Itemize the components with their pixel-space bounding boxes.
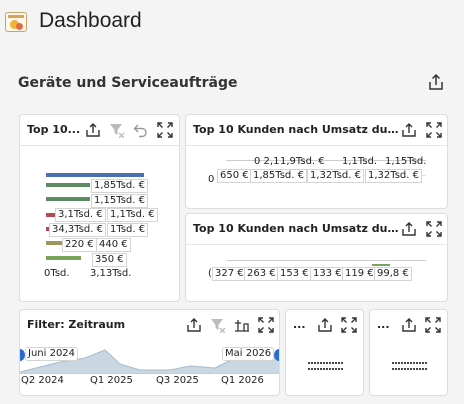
data-label: 1Tsd. € <box>107 223 149 237</box>
app-header: Dashboard <box>0 0 464 44</box>
card-title: ... <box>293 318 306 331</box>
share-icon[interactable] <box>401 221 417 237</box>
kpi-placeholder <box>308 368 344 370</box>
expand-icon[interactable] <box>258 317 274 333</box>
data-label: 220 € <box>62 238 97 252</box>
expand-icon[interactable] <box>157 122 173 138</box>
axis-tick-label: 0Tsd. <box>44 268 70 279</box>
range-end-label: Mai 2026 <box>222 347 275 361</box>
chart-bar[interactable] <box>46 213 55 217</box>
chart-bar[interactable] <box>46 173 144 177</box>
filter-clear-icon[interactable] <box>210 317 226 333</box>
chart-bar[interactable] <box>46 197 90 201</box>
data-label: 1,85Tsd. € <box>91 179 148 193</box>
chart-bar[interactable] <box>46 183 90 187</box>
axis-tick-label: 3,13Tsd. <box>90 268 132 279</box>
chart-bar[interactable] <box>46 241 62 245</box>
card-kunden-umsatz-2: Top 10 Kunden nach Umsatz durc... ( 327 … <box>185 213 448 302</box>
expand-icon[interactable] <box>425 317 441 333</box>
share-icon[interactable] <box>186 317 202 333</box>
filter-clear-icon[interactable] <box>109 122 125 138</box>
dashboard-app-icon <box>5 12 27 32</box>
card-title: ... <box>377 318 390 331</box>
data-label: 0 <box>208 174 215 185</box>
axis-tick-label: Q3 2025 <box>156 375 199 386</box>
undo-icon[interactable] <box>133 122 149 138</box>
card-filter-zeitraum: Filter: Zeitraum Juni 2024 Mai 2026 Q2 2… <box>19 309 280 396</box>
expand-icon[interactable] <box>426 122 442 138</box>
data-label: 1,1Tsd. € <box>107 208 158 222</box>
data-label: 119 € <box>342 267 377 281</box>
data-label: 0 2,1 <box>254 156 280 167</box>
expand-icon[interactable] <box>426 221 442 237</box>
data-label: 440 € <box>96 238 131 252</box>
chart-bar[interactable] <box>46 256 81 260</box>
data-label: 99,8 € <box>374 267 412 281</box>
card-title: Filter: Zeitraum <box>27 318 126 331</box>
share-icon[interactable] <box>401 122 417 138</box>
section-title: Geräte und Serviceaufträge <box>18 75 238 91</box>
time-granularity-icon[interactable] <box>234 317 250 333</box>
card-title: Top 10... <box>27 123 81 136</box>
data-label: 34,3Tsd. € <box>49 223 106 237</box>
kpi-placeholder <box>392 362 428 364</box>
card-title: Top 10 Kunden nach Umsatz durc... <box>193 222 401 235</box>
share-icon[interactable] <box>317 317 333 333</box>
data-label: 1,15Tsd. € <box>91 194 148 208</box>
page-title: Dashboard <box>39 9 142 32</box>
data-label: 1,9Tsd. € <box>280 156 325 167</box>
card-mini-1: ... <box>285 309 364 396</box>
data-label: 327 € <box>212 267 247 281</box>
range-handle-end[interactable] <box>274 349 279 361</box>
data-label: 1,32Tsd. € <box>365 169 422 183</box>
kpi-placeholder <box>392 368 428 370</box>
data-label: 1,85Tsd. € <box>250 169 307 183</box>
kpi-placeholder <box>308 362 344 364</box>
card-top10-small: Top 10... 1,85Tsd. € 1,15Tsd. € 3,1Tsd. … <box>19 114 180 302</box>
share-icon[interactable] <box>401 317 417 333</box>
data-label: 153 € <box>277 267 312 281</box>
share-icon[interactable] <box>85 122 101 138</box>
share-icon[interactable] <box>427 73 445 91</box>
axis-tick-label: Q2 2024 <box>21 375 64 386</box>
card-kunden-umsatz-1: Top 10 Kunden nach Umsatz durc... 0 2,1 … <box>185 114 448 209</box>
data-label: 263 € <box>244 267 279 281</box>
data-label: 1,15Tsd. <box>385 156 427 167</box>
axis-tick-label: Q1 2026 <box>221 375 264 386</box>
data-label: 1,32Tsd. € <box>307 169 364 183</box>
data-label: 650 € <box>217 169 252 183</box>
data-label: 350 € <box>92 253 127 267</box>
expand-icon[interactable] <box>341 317 357 333</box>
data-label: 3,1Tsd. € <box>55 208 106 222</box>
card-mini-2: ... <box>369 309 448 396</box>
range-start-label: Juni 2024 <box>25 347 79 361</box>
card-title: Top 10 Kunden nach Umsatz durc... <box>193 123 401 136</box>
data-label: 133 € <box>310 267 345 281</box>
data-label: 1,1Tsd. <box>342 156 378 167</box>
axis-tick-label: Q1 2025 <box>90 375 133 386</box>
